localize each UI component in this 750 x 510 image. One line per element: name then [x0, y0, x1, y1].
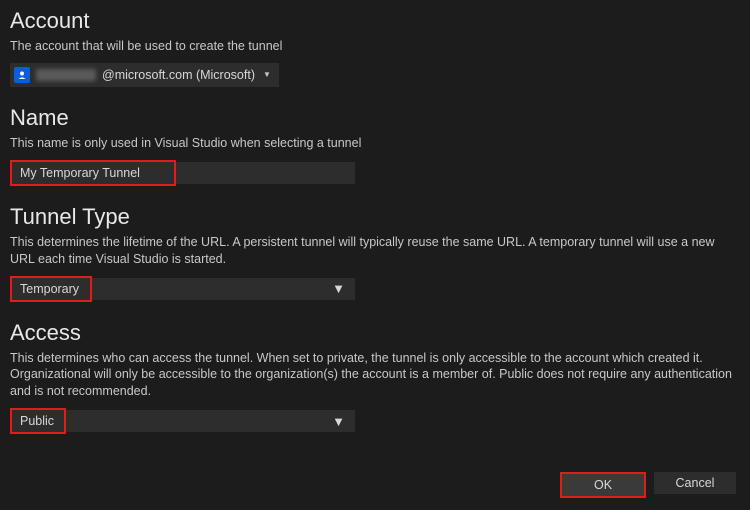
tunnel-type-dropdown[interactable]: Temporary ▼ — [10, 276, 740, 302]
account-section: Account The account that will be used to… — [10, 8, 740, 87]
access-title: Access — [10, 320, 740, 346]
account-desc: The account that will be used to create … — [10, 38, 740, 55]
tunnel-type-desc: This determines the lifetime of the URL.… — [10, 234, 740, 268]
account-dropdown[interactable]: @microsoft.com (Microsoft) ▼ — [10, 63, 279, 87]
chevron-down-icon: ▼ — [332, 281, 345, 296]
access-dropdown[interactable]: Public ▼ — [10, 408, 740, 434]
tunnel-type-highlight: Temporary — [10, 276, 92, 302]
account-title: Account — [10, 8, 740, 34]
account-badge-icon — [14, 67, 30, 83]
tunnel-type-value: Temporary — [12, 278, 90, 300]
name-desc: This name is only used in Visual Studio … — [10, 135, 740, 152]
cancel-button[interactable]: Cancel — [654, 472, 736, 494]
name-highlight — [10, 160, 176, 186]
name-input[interactable] — [12, 162, 174, 184]
chevron-down-icon: ▼ — [263, 70, 271, 79]
name-section: Name This name is only used in Visual St… — [10, 105, 740, 186]
account-email-suffix: @microsoft.com (Microsoft) — [102, 68, 255, 82]
ok-highlight: OK — [560, 472, 646, 498]
access-dropdown-rest: ▼ — [66, 410, 355, 432]
dialog-footer: OK Cancel — [560, 472, 736, 498]
access-section: Access This determines who can access th… — [10, 320, 740, 435]
access-desc: This determines who can access the tunne… — [10, 350, 740, 401]
name-input-remainder[interactable] — [176, 162, 355, 184]
access-highlight: Public — [10, 408, 66, 434]
name-title: Name — [10, 105, 740, 131]
name-input-wrap — [10, 160, 740, 186]
access-value: Public — [12, 410, 64, 432]
chevron-down-icon: ▼ — [332, 414, 345, 429]
ok-button[interactable]: OK — [562, 474, 644, 496]
tunnel-type-dropdown-rest: ▼ — [92, 278, 355, 300]
tunnel-type-section: Tunnel Type This determines the lifetime… — [10, 204, 740, 302]
tunnel-type-title: Tunnel Type — [10, 204, 740, 230]
account-name-redacted — [36, 69, 96, 81]
